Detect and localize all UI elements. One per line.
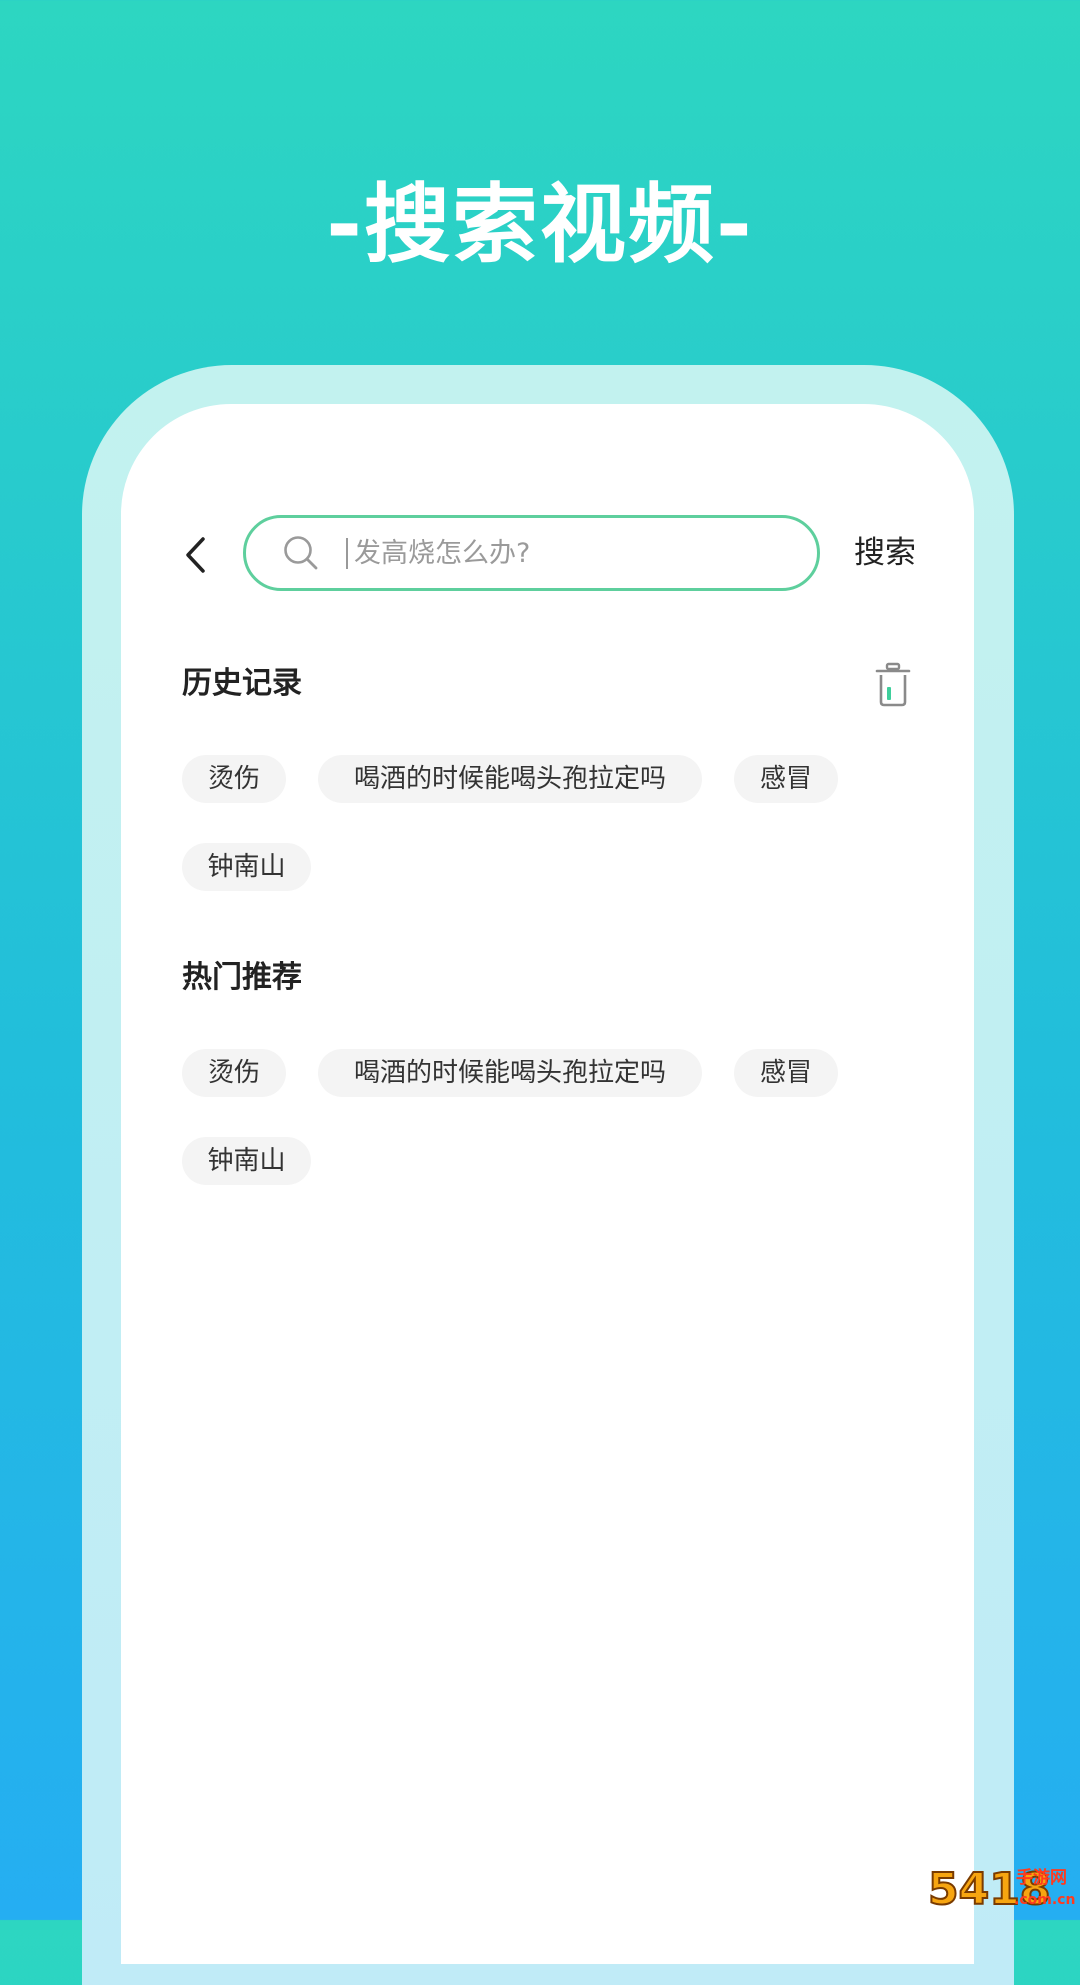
trash-icon <box>875 662 911 707</box>
hot-title: 热门推荐 <box>182 960 302 995</box>
hot-chip[interactable]: 喝酒的时候能喝头孢拉定吗 <box>318 1049 702 1097</box>
search-input[interactable] <box>346 537 784 569</box>
watermark-label: 手游网 <box>1016 1868 1067 1888</box>
search-box[interactable] <box>243 515 820 591</box>
hot-chip[interactable]: 烫伤 <box>182 1049 286 1097</box>
history-chip[interactable]: 感冒 <box>734 755 838 803</box>
promo-title: -搜索视频- <box>326 175 754 275</box>
clear-history-button[interactable] <box>873 662 913 708</box>
search-icon <box>282 534 320 572</box>
history-chip[interactable]: 钟南山 <box>182 843 311 891</box>
history-chip[interactable]: 烫伤 <box>182 755 286 803</box>
history-chip[interactable]: 喝酒的时候能喝头孢拉定吗 <box>318 755 702 803</box>
hot-chip[interactable]: 感冒 <box>734 1049 838 1097</box>
back-button[interactable] <box>175 528 215 582</box>
chevron-left-icon <box>186 537 205 573</box>
hot-chip[interactable]: 钟南山 <box>182 1137 311 1185</box>
search-button[interactable]: 搜索 <box>854 530 916 576</box>
watermark-logo: 5418 手游网 .com.cn <box>927 1864 1080 1920</box>
watermark-sub: .com.cn <box>1014 1892 1076 1908</box>
history-title: 历史记录 <box>182 666 302 701</box>
